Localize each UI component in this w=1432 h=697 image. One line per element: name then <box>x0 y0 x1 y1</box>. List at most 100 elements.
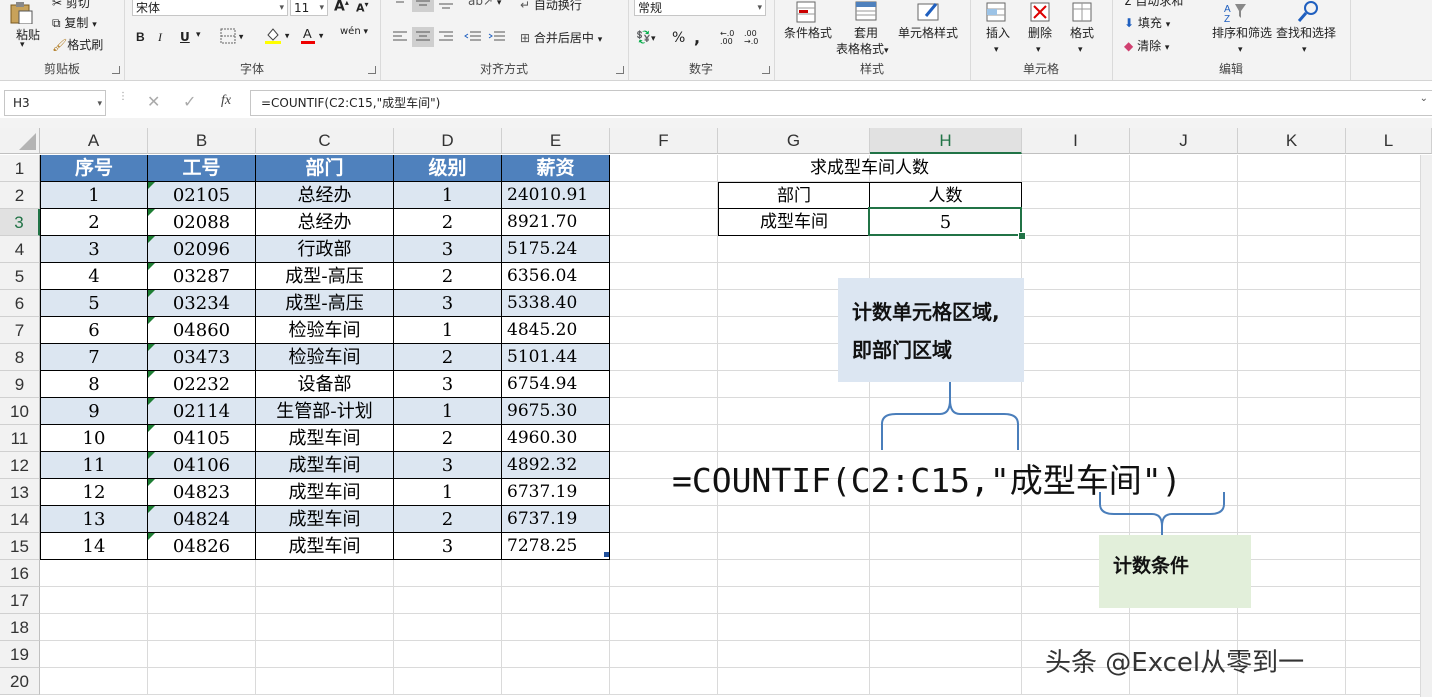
salary-cell[interactable]: 4960.30 <box>502 425 610 452</box>
salary-cell[interactable]: 9675.30 <box>502 398 610 425</box>
grid-cell[interactable] <box>40 560 148 587</box>
row-header-9[interactable]: 9 <box>0 371 40 398</box>
summary-title[interactable]: 求成型车间人数 <box>718 155 1022 182</box>
dept-cell[interactable]: 成型车间 <box>256 479 394 506</box>
increase-indent-button[interactable] <box>488 30 506 47</box>
grid-cell[interactable] <box>1238 479 1346 506</box>
grid-cell[interactable] <box>394 614 502 641</box>
grid-cell[interactable] <box>610 614 718 641</box>
paste-button[interactable] <box>8 2 34 24</box>
expand-formula-icon[interactable]: ⌄ <box>1420 93 1428 104</box>
conditional-format-button[interactable]: 条件格式 <box>784 24 832 41</box>
grid-cell[interactable] <box>610 155 718 182</box>
level-cell[interactable]: 3 <box>394 236 502 263</box>
grid-cell[interactable] <box>718 506 870 533</box>
name-box[interactable]: H3 ▾ <box>4 90 106 116</box>
salary-cell[interactable]: 8921.70 <box>502 209 610 236</box>
grid-cell[interactable] <box>40 614 148 641</box>
grid-cell[interactable] <box>502 614 610 641</box>
emp-id-cell[interactable]: 04106 <box>148 452 256 479</box>
salary-cell[interactable]: 7278.25 <box>502 533 610 560</box>
grid-cell[interactable] <box>1238 317 1346 344</box>
grid-cell[interactable] <box>40 587 148 614</box>
grid-cell[interactable] <box>718 587 870 614</box>
level-cell[interactable]: 1 <box>394 182 502 209</box>
cell-styles-button[interactable]: 单元格样式 <box>898 24 958 41</box>
seq-cell[interactable]: 8 <box>40 371 148 398</box>
grid-cell[interactable] <box>718 614 870 641</box>
grid-cell[interactable] <box>148 668 256 695</box>
grid-cell[interactable] <box>502 641 610 668</box>
dept-cell[interactable]: 成型车间 <box>256 533 394 560</box>
salary-cell[interactable]: 5175.24 <box>502 236 610 263</box>
grid-cell[interactable] <box>1130 317 1238 344</box>
grid-cell[interactable] <box>1022 182 1130 209</box>
border-button[interactable]: ▾ <box>220 28 243 44</box>
grid-cell[interactable] <box>40 668 148 695</box>
row-header-11[interactable]: 11 <box>0 425 40 452</box>
grid-cell[interactable] <box>1238 533 1346 560</box>
grid-cell[interactable] <box>1238 398 1346 425</box>
autosum-button[interactable]: Σ 自动求和 <box>1124 0 1183 9</box>
grid-cell[interactable] <box>1022 263 1130 290</box>
grid-cell[interactable] <box>1238 209 1346 236</box>
salary-cell[interactable]: 6737.19 <box>502 479 610 506</box>
grid-cell[interactable] <box>610 668 718 695</box>
insert-button[interactable]: 插入 ▾ <box>986 24 1010 55</box>
emp-id-cell[interactable]: 04823 <box>148 479 256 506</box>
clear-button[interactable]: ◆ 清除 ▾ <box>1124 37 1169 54</box>
decrease-decimal-button[interactable]: .00 →.0 <box>744 30 758 46</box>
row-header-8[interactable]: 8 <box>0 344 40 371</box>
seq-cell[interactable]: 1 <box>40 182 148 209</box>
grid-cell[interactable] <box>610 533 718 560</box>
table-format-line1[interactable]: 套用 <box>854 24 878 41</box>
dept-cell[interactable]: 设备部 <box>256 371 394 398</box>
emp-id-cell[interactable]: 02105 <box>148 182 256 209</box>
summary-count-value[interactable]: 5 <box>870 209 1022 236</box>
row-header-19[interactable]: 19 <box>0 641 40 668</box>
emp-id-cell[interactable]: 04826 <box>148 533 256 560</box>
middle-align-button[interactable] <box>412 0 434 12</box>
row-header-17[interactable]: 17 <box>0 587 40 614</box>
row-header-5[interactable]: 5 <box>0 263 40 290</box>
grid-cell[interactable] <box>610 560 718 587</box>
sort-filter-button[interactable]: 排序和筛选 ▾ <box>1212 24 1272 55</box>
grid-cell[interactable] <box>1238 155 1346 182</box>
dept-cell[interactable]: 检验车间 <box>256 344 394 371</box>
grid-cell[interactable] <box>1130 425 1238 452</box>
drag-handle-icon[interactable]: ⋮ <box>118 92 128 102</box>
emp-id-cell[interactable]: 03473 <box>148 344 256 371</box>
number-launcher-icon[interactable] <box>762 66 770 74</box>
grid-cell[interactable] <box>1238 344 1346 371</box>
grid-cell[interactable] <box>1238 263 1346 290</box>
level-cell[interactable]: 1 <box>394 479 502 506</box>
grid-cell[interactable] <box>1022 371 1130 398</box>
table-resize-handle[interactable] <box>604 552 609 557</box>
copy-button[interactable]: ⧉ 复制 ▾ <box>52 14 97 31</box>
font-name-select[interactable]: 宋体 ▾ <box>132 0 288 16</box>
grid-cell[interactable] <box>610 344 718 371</box>
row-header-16[interactable]: 16 <box>0 560 40 587</box>
grid-cell[interactable] <box>1022 614 1130 641</box>
formula-input[interactable]: =COUNTIF(C2:C15,"成型车间") <box>250 90 1432 116</box>
seq-cell[interactable]: 6 <box>40 317 148 344</box>
row-header-3[interactable]: 3 <box>0 209 40 236</box>
column-header-a[interactable]: A <box>40 128 148 154</box>
grid-cell[interactable] <box>610 587 718 614</box>
dept-cell[interactable]: 总经办 <box>256 209 394 236</box>
table-header-level[interactable]: 级别 <box>394 155 502 182</box>
wrap-text-button[interactable]: ↵ 自动换行 <box>520 0 582 13</box>
insert-function-button[interactable]: fx <box>221 93 231 109</box>
summary-header-count[interactable]: 人数 <box>870 182 1022 209</box>
grid-cell[interactable] <box>610 317 718 344</box>
grid-cell[interactable] <box>1022 317 1130 344</box>
grid-cell[interactable] <box>718 641 870 668</box>
level-cell[interactable]: 2 <box>394 506 502 533</box>
grid-cell[interactable] <box>1130 290 1238 317</box>
grid-cell[interactable] <box>1130 614 1238 641</box>
bottom-align-button[interactable] <box>438 0 454 13</box>
row-header-13[interactable]: 13 <box>0 479 40 506</box>
column-header-d[interactable]: D <box>394 128 502 154</box>
grid-cell[interactable] <box>1022 209 1130 236</box>
find-select-button[interactable]: 查找和选择 ▾ <box>1276 24 1336 55</box>
